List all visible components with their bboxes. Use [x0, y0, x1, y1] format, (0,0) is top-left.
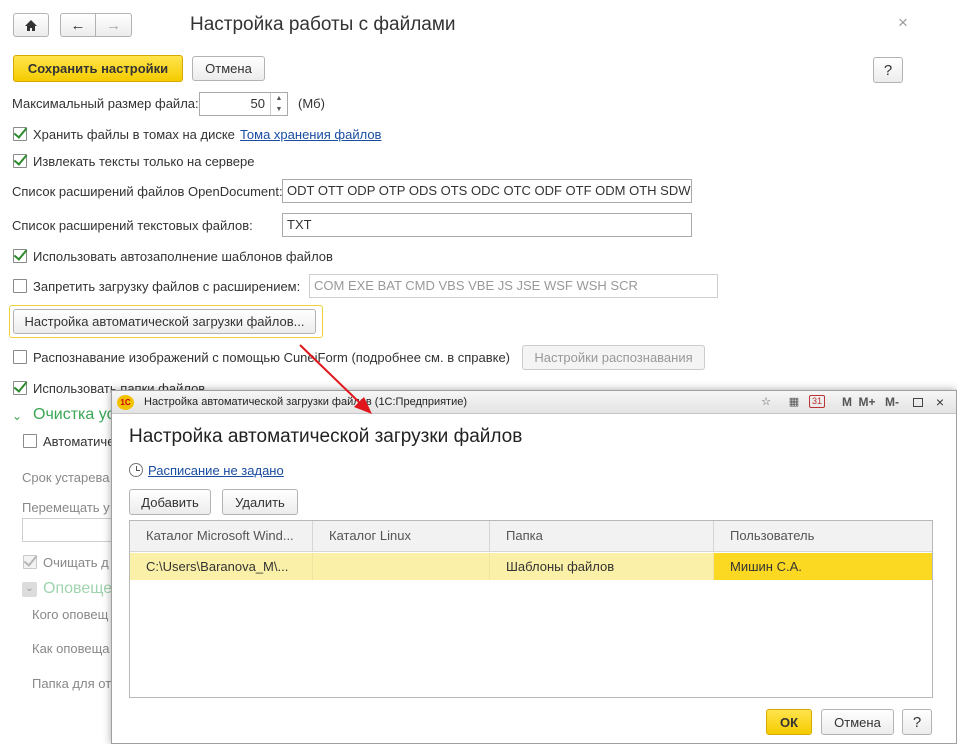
- calendar-icon[interactable]: 31: [809, 395, 825, 408]
- folders-table: Каталог Microsoft Wind... Каталог Linux …: [129, 520, 933, 698]
- volumes-link[interactable]: Тома хранения файлов: [240, 127, 381, 142]
- deny-upload-input[interactable]: COM EXE BAT CMD VBS VBE JS JSE WSF WSH S…: [309, 274, 718, 298]
- cancel-button[interactable]: Отмена: [192, 56, 265, 81]
- auto-cleanup-checkbox[interactable]: [23, 434, 37, 448]
- cuneiform-label: Распознавание изображений с помощью Cune…: [33, 350, 511, 365]
- how-label: Как оповеща: [32, 641, 110, 656]
- stepper-down-icon[interactable]: ▼: [271, 104, 287, 115]
- opendoc-input[interactable]: ODT OTT ODP OTP ODS OTS ODC OTC ODF OTF …: [282, 179, 692, 203]
- max-size-value: 50: [250, 96, 265, 111]
- favorite-icon[interactable]: ☆: [758, 395, 774, 410]
- arrow-left-icon: ←: [70, 16, 86, 34]
- save-settings-button[interactable]: Сохранить настройки: [13, 55, 183, 82]
- cuneiform-checkbox[interactable]: [13, 350, 27, 364]
- clock-icon: [129, 463, 143, 477]
- back-button[interactable]: ←: [60, 13, 96, 37]
- dialog-titlebar: 1С Настройка автоматической загрузки фай…: [112, 391, 956, 414]
- column-header-linux[interactable]: Каталог Linux: [313, 521, 490, 552]
- forward-button[interactable]: →: [95, 13, 132, 37]
- max-size-stepper[interactable]: ▲ ▼: [270, 93, 287, 115]
- max-size-unit: (Мб): [298, 96, 325, 111]
- obsolete-label: Срок устарева: [22, 470, 110, 485]
- dialog-cancel-button[interactable]: Отмена: [821, 709, 894, 735]
- autofill-label: Использовать автозаполнение шаблонов фай…: [33, 249, 333, 264]
- recognition-settings-button[interactable]: Настройки распознавания: [522, 345, 705, 370]
- deny-upload-checkbox[interactable]: [13, 279, 27, 293]
- dialog-window-title: Настройка автоматической загрузки файлов…: [144, 396, 468, 408]
- add-button[interactable]: Добавить: [129, 489, 211, 515]
- ok-button[interactable]: ОК: [766, 709, 812, 735]
- home-icon: [25, 19, 37, 31]
- clear-label: Очищать д: [43, 555, 109, 570]
- table-row[interactable]: C:\Users\Baranova_M\... Шаблоны файлов М…: [130, 553, 932, 580]
- cleanup-collapse-icon[interactable]: ⌄: [12, 409, 26, 423]
- calculator-icon[interactable]: ▦: [786, 395, 802, 410]
- cell-folder: Шаблоны файлов: [490, 553, 714, 580]
- column-header-folder[interactable]: Папка: [490, 521, 714, 552]
- auto-upload-dialog: 1С Настройка автоматической загрузки фай…: [111, 390, 957, 744]
- help-button[interactable]: ?: [873, 57, 903, 83]
- max-size-label: Максимальный размер файла:: [12, 96, 199, 111]
- move-label: Перемещать у: [22, 500, 110, 515]
- deny-upload-label: Запретить загрузку файлов с расширением:: [33, 279, 301, 294]
- close-icon[interactable]: ×: [898, 13, 908, 33]
- clear-checkbox[interactable]: [23, 555, 37, 569]
- notify-group-title: Оповеще: [43, 580, 113, 597]
- cell-user: Мишин С.А.: [714, 553, 932, 580]
- text-ext-input[interactable]: TXT: [282, 213, 692, 237]
- memory-minus-icon[interactable]: M-: [882, 395, 902, 410]
- dialog-help-button[interactable]: ?: [902, 709, 932, 735]
- who-label: Кого оповещ: [32, 607, 109, 622]
- page-title: Настройка работы с файлами: [190, 14, 456, 35]
- move-input[interactable]: [22, 518, 122, 542]
- delete-button[interactable]: Удалить: [222, 489, 298, 515]
- stepper-up-icon[interactable]: ▲: [271, 93, 287, 104]
- autofill-checkbox[interactable]: [13, 249, 27, 263]
- cell-linux-path: [313, 553, 490, 580]
- auto-upload-settings-button[interactable]: Настройка автоматической загрузки файлов…: [13, 309, 316, 334]
- opendoc-label: Список расширений файлов OpenDocument:: [12, 184, 283, 199]
- store-volumes-label: Хранить файлы в томах на диске: [33, 127, 235, 142]
- dialog-heading: Настройка автоматической загрузки файлов: [129, 426, 523, 447]
- app-logo-icon: 1С: [117, 395, 134, 410]
- maximize-icon[interactable]: [910, 395, 926, 410]
- extract-server-checkbox[interactable]: [13, 154, 27, 168]
- dialog-close-icon[interactable]: ×: [932, 395, 948, 410]
- cell-windows-path: C:\Users\Baranova_M\...: [130, 553, 313, 580]
- memory-icon[interactable]: M: [839, 395, 855, 410]
- home-button[interactable]: [13, 13, 49, 37]
- notify-collapse-icon[interactable]: ⌄: [22, 582, 37, 597]
- memory-plus-icon[interactable]: M+: [857, 395, 877, 410]
- store-volumes-checkbox[interactable]: [13, 127, 27, 141]
- column-header-windows[interactable]: Каталог Microsoft Wind...: [130, 521, 313, 552]
- text-ext-label: Список расширений текстовых файлов:: [12, 218, 253, 233]
- schedule-link[interactable]: Расписание не задано: [148, 463, 284, 478]
- auto-cleanup-label: Автоматиче: [43, 434, 115, 449]
- use-folders-checkbox[interactable]: [13, 381, 27, 395]
- arrow-right-icon: →: [106, 16, 121, 34]
- column-header-user[interactable]: Пользователь: [714, 521, 932, 552]
- folder-label: Папка для от: [32, 676, 112, 691]
- extract-server-label: Извлекать тексты только на сервере: [33, 154, 255, 169]
